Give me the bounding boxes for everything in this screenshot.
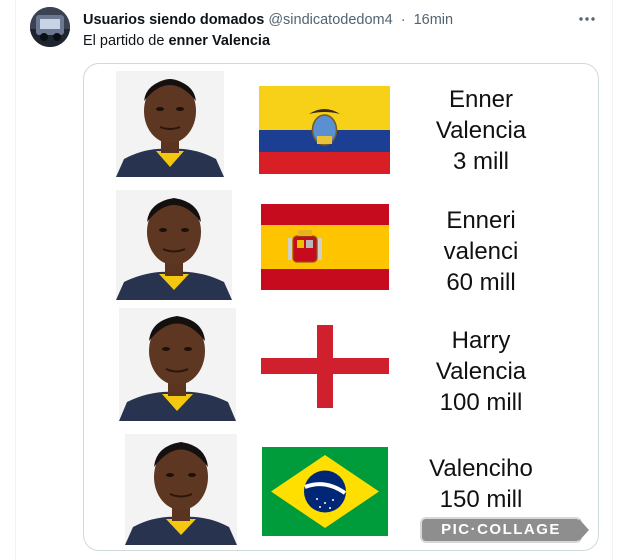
player-photo [119, 308, 236, 421]
dot-separator: · [400, 12, 406, 28]
more-options-button[interactable] [574, 8, 600, 30]
caption-line: Enner [448, 86, 514, 113]
caption-line: valenci [443, 238, 519, 265]
caption-line: 3 mill [452, 148, 509, 175]
england-flag [261, 325, 389, 408]
meme-caption: Enner Valencia 3 mill [396, 84, 566, 177]
caption-line: Harry [451, 327, 511, 354]
player-photo [116, 71, 224, 177]
author-name[interactable]: Usuarios siendo domados [83, 12, 264, 28]
timeline-left-border [15, 0, 16, 560]
meme-row-spain: Enneri valenci 60 mill [84, 182, 598, 304]
meme-caption: Valenciho 150 mill [396, 453, 566, 515]
more-icon [579, 17, 595, 21]
watermark-tail [579, 519, 589, 541]
post-text-prefix: El partido de [83, 33, 169, 49]
post-text: El partido de enner Valencia [83, 31, 583, 51]
ecuador-flag [259, 86, 390, 174]
post-text-bold: enner Valencia [168, 33, 271, 49]
meme-row-ecuador: Enner Valencia 3 mill [84, 64, 598, 182]
brazil-flag [262, 447, 388, 536]
pic-collage-watermark: PIC·COLLAGE [422, 519, 580, 541]
caption-line: 100 mill [439, 389, 523, 416]
meme-caption: Harry Valencia 100 mill [396, 325, 566, 418]
player-photo [125, 434, 237, 545]
meme-caption: Enneri valenci 60 mill [396, 205, 566, 298]
author-handle[interactable]: @sindicatodedom4 [268, 12, 392, 28]
player-photo [116, 190, 232, 300]
post-header: Usuarios siendo domados @sindicatodedom4… [83, 10, 563, 30]
author-avatar[interactable] [30, 7, 70, 47]
caption-line: Enneri [446, 207, 516, 234]
caption-line: Valencia [435, 117, 527, 144]
caption-line: Valencia [435, 358, 527, 385]
spain-flag [261, 204, 389, 290]
caption-line: 150 mill [439, 486, 523, 513]
meme-row-england: Harry Valencia 100 mill [84, 304, 598, 429]
caption-line: 60 mill [446, 269, 516, 296]
post-timestamp[interactable]: 16min [414, 12, 454, 28]
timeline-right-border [612, 0, 613, 560]
caption-line: Valenciho [429, 455, 533, 482]
post-media-image[interactable]: Enner Valencia 3 mill Enneri valenci 60 … [83, 63, 599, 551]
